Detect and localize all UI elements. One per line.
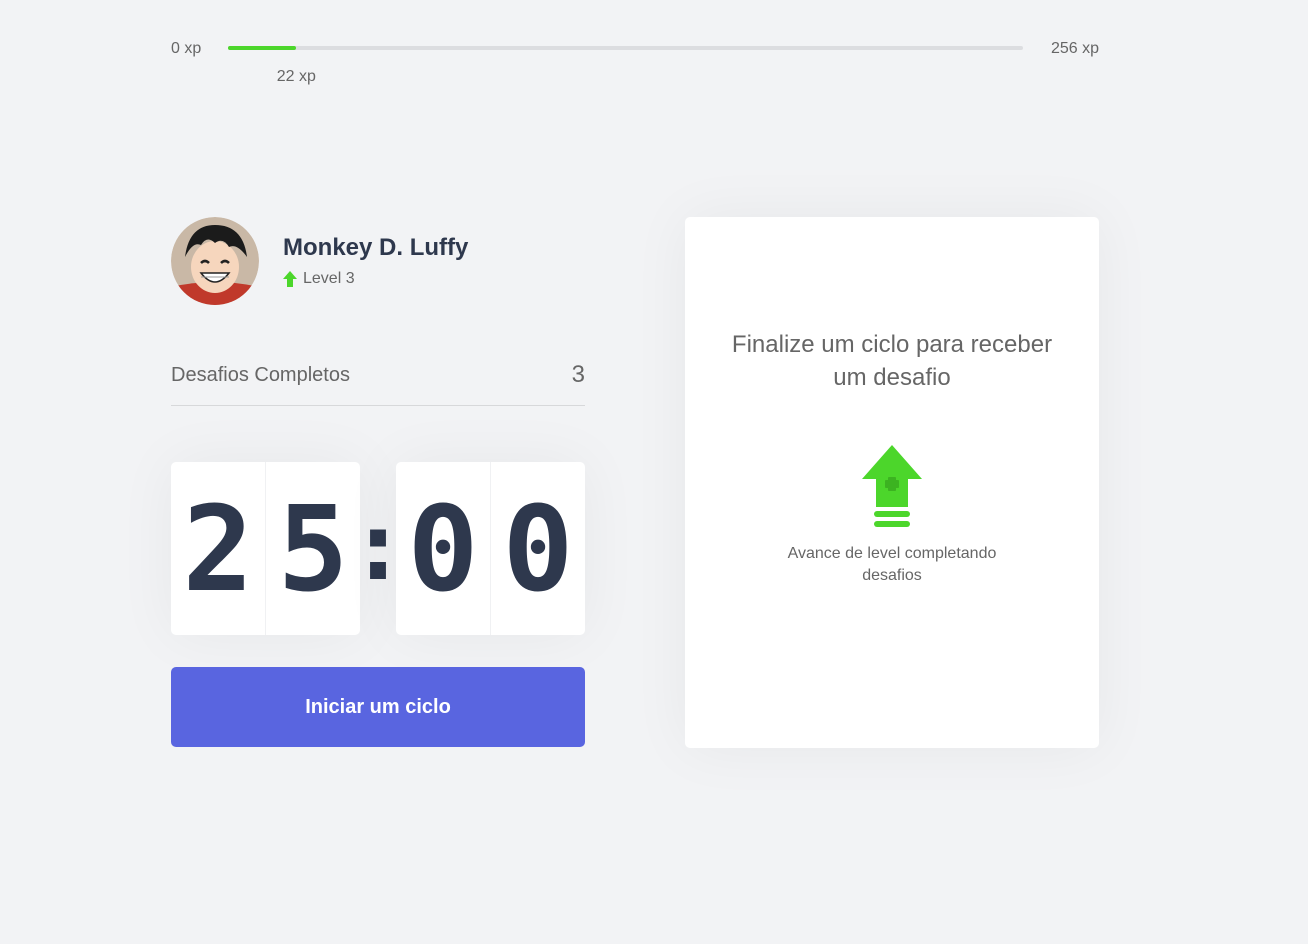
countdown-separator: :	[360, 495, 396, 601]
challenge-box-description: Avance de level completando desafios	[787, 544, 997, 585]
xp-fill	[228, 46, 297, 50]
left-column: Monkey D. Luffy Level 3 Desafios Complet…	[171, 217, 585, 747]
xp-max-label: 256 xp	[1050, 40, 1099, 57]
second-digit-right: 0	[490, 462, 585, 635]
xp-min-label: 0 xp	[171, 40, 202, 57]
xp-current-label: 22 xp	[276, 68, 316, 85]
challenge-box-title: Finalize um ciclo para receber um desafi…	[731, 330, 1053, 392]
completed-challenges-value: 3	[571, 361, 585, 388]
start-cycle-button[interactable]: Iniciar um ciclo	[171, 667, 585, 747]
profile-info: Monkey D. Luffy Level 3	[283, 234, 468, 288]
countdown-seconds: 0 0	[396, 462, 585, 635]
profile-level-label: Level 3	[303, 270, 355, 287]
xp-track: 22 xp	[228, 46, 1023, 85]
experience-bar: 0 xp 22 xp 256 xp	[171, 38, 1099, 85]
level-up-icon	[862, 444, 922, 527]
minute-digit-left: 2	[182, 479, 254, 618]
profile: Monkey D. Luffy Level 3	[171, 217, 585, 305]
completed-challenges-label: Desafios Completos	[171, 363, 350, 386]
challenge-box: Finalize um ciclo para receber um desafi…	[685, 217, 1099, 748]
minute-digit-right: 5	[265, 462, 360, 635]
profile-level: Level 3	[283, 270, 468, 288]
profile-name: Monkey D. Luffy	[283, 234, 469, 261]
completed-challenges: Desafios Completos 3	[171, 361, 585, 406]
countdown: 2 5 : 0 0	[171, 462, 585, 635]
second-digit-left: 0	[407, 479, 479, 618]
countdown-minutes: 2 5	[171, 462, 360, 635]
level-up-arrow-icon	[283, 271, 297, 287]
avatar	[171, 217, 259, 305]
